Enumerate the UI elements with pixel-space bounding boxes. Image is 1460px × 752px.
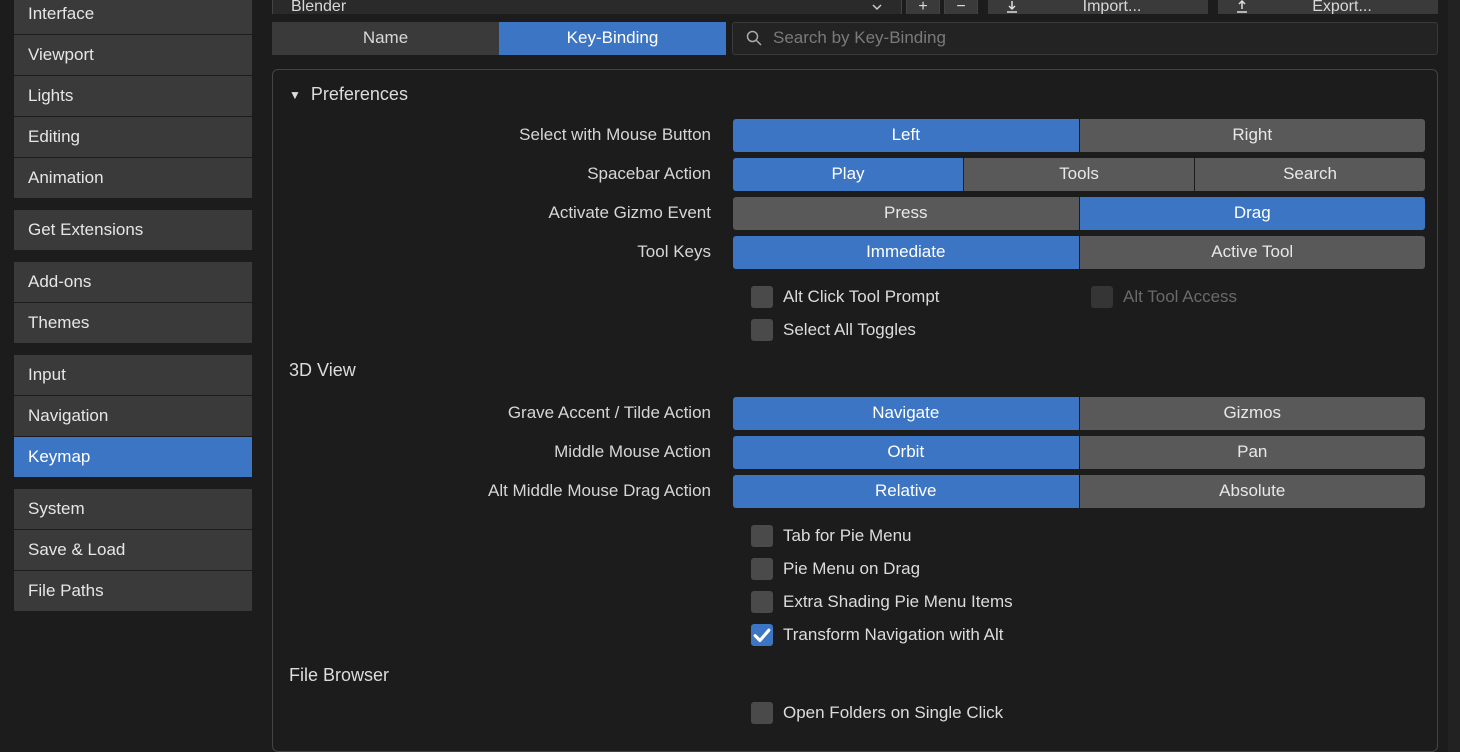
import-label: Import...	[1032, 0, 1192, 14]
sidebar-item-lights[interactable]: Lights	[14, 76, 252, 116]
search-input[interactable]	[773, 28, 1425, 48]
import-icon	[1004, 0, 1020, 14]
toggle-middle-mouse: Orbit Pan	[733, 436, 1425, 469]
sidebar-item-viewport[interactable]: Viewport	[14, 35, 252, 75]
toggle-drag[interactable]: Drag	[1080, 197, 1426, 230]
sidebar-item-interface[interactable]: Interface	[14, 0, 252, 34]
toggle-absolute[interactable]: Absolute	[1080, 475, 1426, 508]
tab-key-binding[interactable]: Key-Binding	[499, 22, 726, 55]
preferences-panel: ▼ Preferences Select with Mouse Button L…	[272, 69, 1438, 752]
disclosure-triangle-icon: ▼	[289, 88, 301, 102]
export-label: Export...	[1262, 0, 1422, 14]
sidebar-item-themes[interactable]: Themes	[14, 303, 252, 343]
toggle-right[interactable]: Right	[1080, 119, 1426, 152]
label-alt-middle-drag: Alt Middle Mouse Drag Action	[285, 481, 733, 501]
section-preferences-header[interactable]: ▼ Preferences	[285, 84, 1425, 105]
sidebar-item-save-load[interactable]: Save & Load	[14, 530, 252, 570]
check-alt-tool-access	[1091, 286, 1113, 308]
toggle-play[interactable]: Play	[733, 158, 963, 191]
check-tab-pie-menu[interactable]	[751, 525, 773, 547]
remove-preset-button[interactable]: −	[944, 0, 978, 14]
check-transform-nav-alt[interactable]	[751, 624, 773, 646]
sidebar-item-animation[interactable]: Animation	[14, 158, 252, 198]
toggle-select-mouse: Left Right	[733, 119, 1425, 152]
check-label-open-folders-single-click: Open Folders on Single Click	[783, 703, 1003, 723]
check-label-alt-click-prompt: Alt Click Tool Prompt	[783, 287, 940, 307]
toggle-active-tool[interactable]: Active Tool	[1080, 236, 1426, 269]
toggle-tool-keys: Immediate Active Tool	[733, 236, 1425, 269]
check-label-tab-pie-menu: Tab for Pie Menu	[783, 526, 912, 546]
toggle-search[interactable]: Search	[1195, 158, 1425, 191]
label-tool-keys: Tool Keys	[285, 242, 733, 262]
check-extra-shading-pie[interactable]	[751, 591, 773, 613]
search-icon	[745, 29, 763, 47]
section-title: Preferences	[311, 84, 408, 105]
checkmark-icon	[751, 624, 773, 646]
check-label-alt-tool-access: Alt Tool Access	[1123, 287, 1237, 307]
section-filebrowser-header: File Browser	[285, 651, 1425, 700]
toggle-navigate[interactable]: Navigate	[733, 397, 1079, 430]
section-3dview-header: 3D View	[285, 346, 1425, 395]
export-icon	[1234, 0, 1250, 14]
label-gizmo-event: Activate Gizmo Event	[285, 203, 733, 223]
import-button[interactable]: Import...	[988, 0, 1208, 14]
keymap-preset-dropdown[interactable]: Blender	[272, 0, 902, 14]
sidebar-item-file-paths[interactable]: File Paths	[14, 571, 252, 611]
filter-tabs: Name Key-Binding	[272, 22, 1438, 55]
check-label-extra-shading-pie: Extra Shading Pie Menu Items	[783, 592, 1013, 612]
toggle-alt-middle-drag: Relative Absolute	[733, 475, 1425, 508]
sidebar-item-navigation[interactable]: Navigation	[14, 396, 252, 436]
sidebar-item-system[interactable]: System	[14, 489, 252, 529]
sidebar-item-input[interactable]: Input	[14, 355, 252, 395]
preferences-sidebar: Interface Viewport Lights Editing Animat…	[0, 0, 262, 752]
label-select-mouse: Select with Mouse Button	[285, 125, 733, 145]
tab-name[interactable]: Name	[272, 22, 499, 55]
check-alt-click-prompt[interactable]	[751, 286, 773, 308]
label-grave-accent: Grave Accent / Tilde Action	[285, 403, 733, 423]
sidebar-item-get-extensions[interactable]: Get Extensions	[14, 210, 252, 250]
toggle-spacebar: Play Tools Search	[733, 158, 1425, 191]
check-pie-on-drag[interactable]	[751, 558, 773, 580]
sidebar-item-keymap[interactable]: Keymap	[14, 437, 252, 477]
check-open-folders-single-click[interactable]	[751, 702, 773, 724]
label-spacebar: Spacebar Action	[285, 164, 733, 184]
label-middle-mouse: Middle Mouse Action	[285, 442, 733, 462]
toggle-tools[interactable]: Tools	[964, 158, 1194, 191]
toggle-left[interactable]: Left	[733, 119, 1079, 152]
export-button[interactable]: Export...	[1218, 0, 1438, 14]
toggle-grave-accent: Navigate Gizmos	[733, 397, 1425, 430]
chevron-down-icon	[871, 1, 883, 13]
sidebar-item-editing[interactable]: Editing	[14, 117, 252, 157]
check-label-pie-on-drag: Pie Menu on Drag	[783, 559, 920, 579]
toggle-relative[interactable]: Relative	[733, 475, 1079, 508]
toggle-press[interactable]: Press	[733, 197, 1079, 230]
add-preset-button[interactable]: +	[906, 0, 940, 14]
check-label-select-all-toggles: Select All Toggles	[783, 320, 916, 340]
toggle-pan[interactable]: Pan	[1080, 436, 1426, 469]
search-field-wrap[interactable]	[732, 22, 1438, 55]
right-edge-gutter	[1448, 0, 1460, 752]
main-area: Blender + − Import... Export... Name Key…	[262, 0, 1448, 752]
preset-label: Blender	[291, 0, 346, 14]
toggle-orbit[interactable]: Orbit	[733, 436, 1079, 469]
top-row: Blender + − Import... Export...	[272, 0, 1438, 14]
toggle-gizmos[interactable]: Gizmos	[1080, 397, 1426, 430]
toggle-immediate[interactable]: Immediate	[733, 236, 1079, 269]
check-label-transform-nav-alt: Transform Navigation with Alt	[783, 625, 1003, 645]
sidebar-item-addons[interactable]: Add-ons	[14, 262, 252, 302]
toggle-gizmo-event: Press Drag	[733, 197, 1425, 230]
check-select-all-toggles[interactable]	[751, 319, 773, 341]
